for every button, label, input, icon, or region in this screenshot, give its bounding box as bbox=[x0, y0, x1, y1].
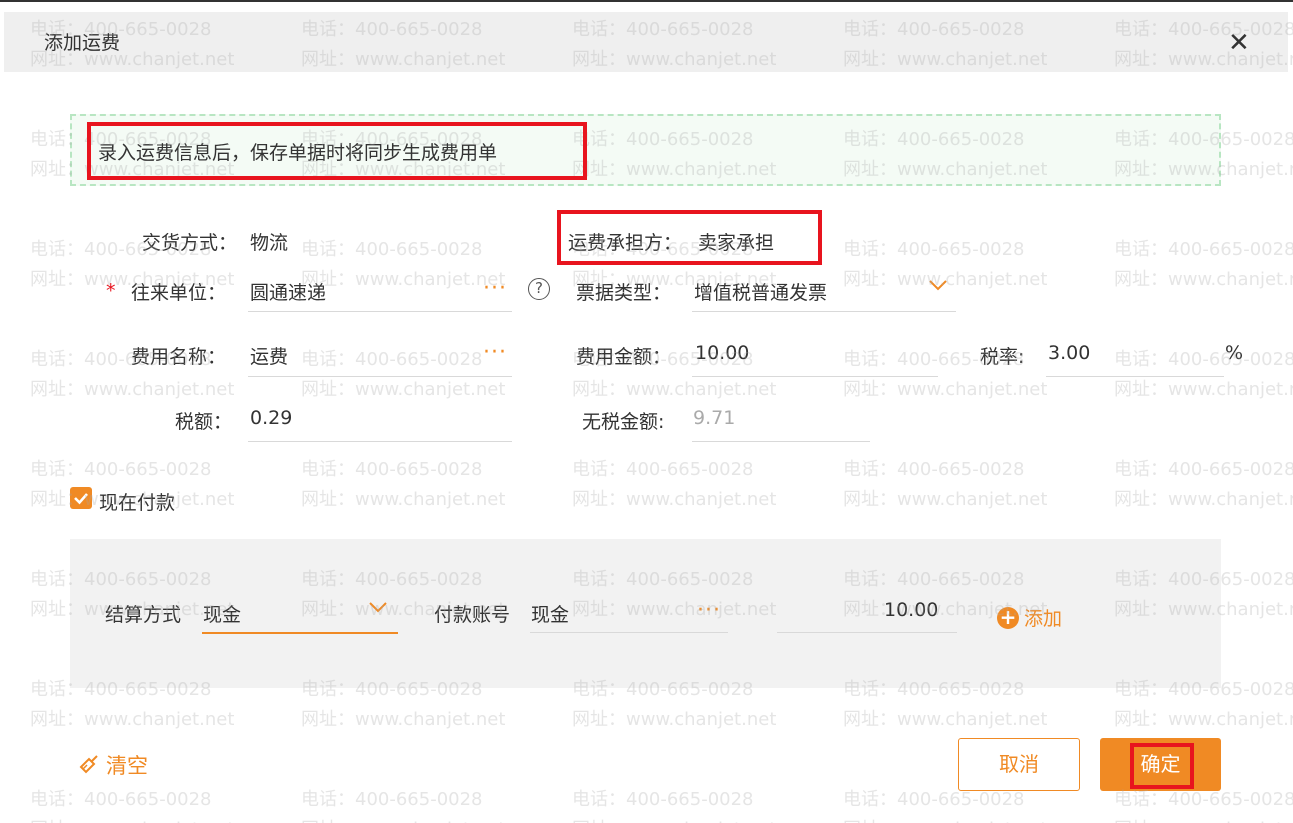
annotation-box-confirm bbox=[1130, 743, 1194, 789]
partner-label: 往来单位： bbox=[131, 282, 227, 304]
untaxed-underline bbox=[692, 441, 870, 442]
dialog-title: 添加运费 bbox=[44, 32, 121, 54]
tax-underline bbox=[248, 441, 512, 442]
untaxed-label: 无税金额: bbox=[582, 411, 665, 433]
pay-now-label: 现在付款 bbox=[99, 492, 176, 514]
pay-account-input[interactable]: 现金 bbox=[531, 600, 569, 627]
untaxed-value: 9.71 bbox=[693, 407, 736, 429]
tax-rate-underline bbox=[1046, 376, 1224, 377]
broom-icon[interactable] bbox=[78, 753, 100, 775]
annotation-box-notice bbox=[87, 122, 587, 180]
add-payment-button[interactable]: 添加 bbox=[1024, 604, 1062, 631]
tax-label: 税额： bbox=[175, 411, 233, 433]
settle-method-select[interactable]: 现金 bbox=[203, 600, 241, 627]
watermark-text: 电话：400-665-0028网址：www.chanjet.net bbox=[1114, 349, 1293, 400]
annotation-box-bearer bbox=[557, 210, 822, 265]
settle-method-underline bbox=[202, 632, 398, 634]
watermark-text: 电话：400-665-0028网址：www.chanjet.net bbox=[1114, 239, 1293, 290]
fee-name-underline bbox=[248, 376, 512, 377]
add-circle-icon[interactable]: + bbox=[997, 607, 1019, 629]
chevron-down-icon[interactable] bbox=[928, 279, 948, 291]
pay-account-underline bbox=[530, 632, 728, 633]
partner-underline bbox=[248, 311, 512, 312]
watermark-text: 电话：400-665-0028网址：www.chanjet.net bbox=[572, 459, 777, 510]
fee-amount-label: 费用金额： bbox=[576, 346, 672, 368]
dialog-header bbox=[4, 12, 1288, 72]
settle-method-label: 结算方式 bbox=[105, 604, 182, 626]
invoice-underline bbox=[692, 311, 956, 312]
required-mark: * bbox=[106, 280, 116, 302]
checkmark-icon bbox=[74, 493, 88, 505]
watermark-text: 电话：400-665-0028网址：www.chanjet.net bbox=[301, 349, 506, 400]
close-icon[interactable]: ✕ bbox=[1228, 30, 1250, 56]
watermark-text: 电话：400-665-0028网址：www.chanjet.net bbox=[572, 789, 776, 823]
fee-amount-input[interactable]: 10.00 bbox=[695, 342, 749, 364]
window-top-border bbox=[0, 0, 1293, 2]
clear-button[interactable]: 清空 bbox=[106, 750, 148, 780]
fee-name-more-icon[interactable]: ··· bbox=[483, 342, 507, 364]
watermark-text: 电话：400-665-0028网址：www.chanjet.net bbox=[301, 459, 506, 510]
fee-name-label: 费用名称： bbox=[131, 346, 227, 368]
delivery-value: 物流 bbox=[250, 232, 289, 254]
partner-more-icon[interactable]: ··· bbox=[483, 278, 507, 300]
watermark-text: 电话：400-665-0028网址：www.chanjet.net bbox=[843, 459, 1048, 510]
watermark-text: 电话：400-665-0028网址：www.chanjet.net bbox=[1114, 459, 1293, 510]
tax-rate-unit: % bbox=[1225, 342, 1244, 364]
invoice-label: 票据类型： bbox=[576, 282, 672, 304]
fee-name-input[interactable]: 运费 bbox=[250, 342, 288, 369]
pay-account-label: 付款账号 bbox=[434, 604, 511, 626]
pay-account-more-icon[interactable]: ··· bbox=[697, 600, 721, 622]
watermark-text: 电话：400-665-0028网址：www.chanjet.net bbox=[301, 239, 506, 290]
pay-amount-input[interactable]: 10.00 bbox=[884, 599, 938, 621]
cancel-button[interactable]: 取消 bbox=[958, 738, 1080, 791]
fee-amount-underline bbox=[692, 376, 938, 377]
pay-amount-underline bbox=[777, 632, 957, 633]
watermark-text: 电话：400-665-0028网址：www.chanjet.net bbox=[30, 789, 234, 823]
help-icon[interactable]: ? bbox=[528, 278, 550, 300]
invoice-select[interactable]: 增值税普通发票 bbox=[694, 278, 827, 305]
tax-rate-label: 税率: bbox=[980, 346, 1025, 368]
tax-rate-input[interactable]: 3.00 bbox=[1048, 342, 1090, 364]
chevron-down-icon[interactable] bbox=[368, 601, 388, 613]
tax-input[interactable]: 0.29 bbox=[250, 407, 292, 429]
delivery-label: 交货方式： bbox=[142, 232, 238, 254]
pay-now-checkbox[interactable] bbox=[70, 487, 92, 509]
watermark-text: 电话：400-665-0028网址：www.chanjet.net bbox=[301, 789, 505, 823]
partner-input[interactable]: 圆通速递 bbox=[250, 278, 326, 305]
